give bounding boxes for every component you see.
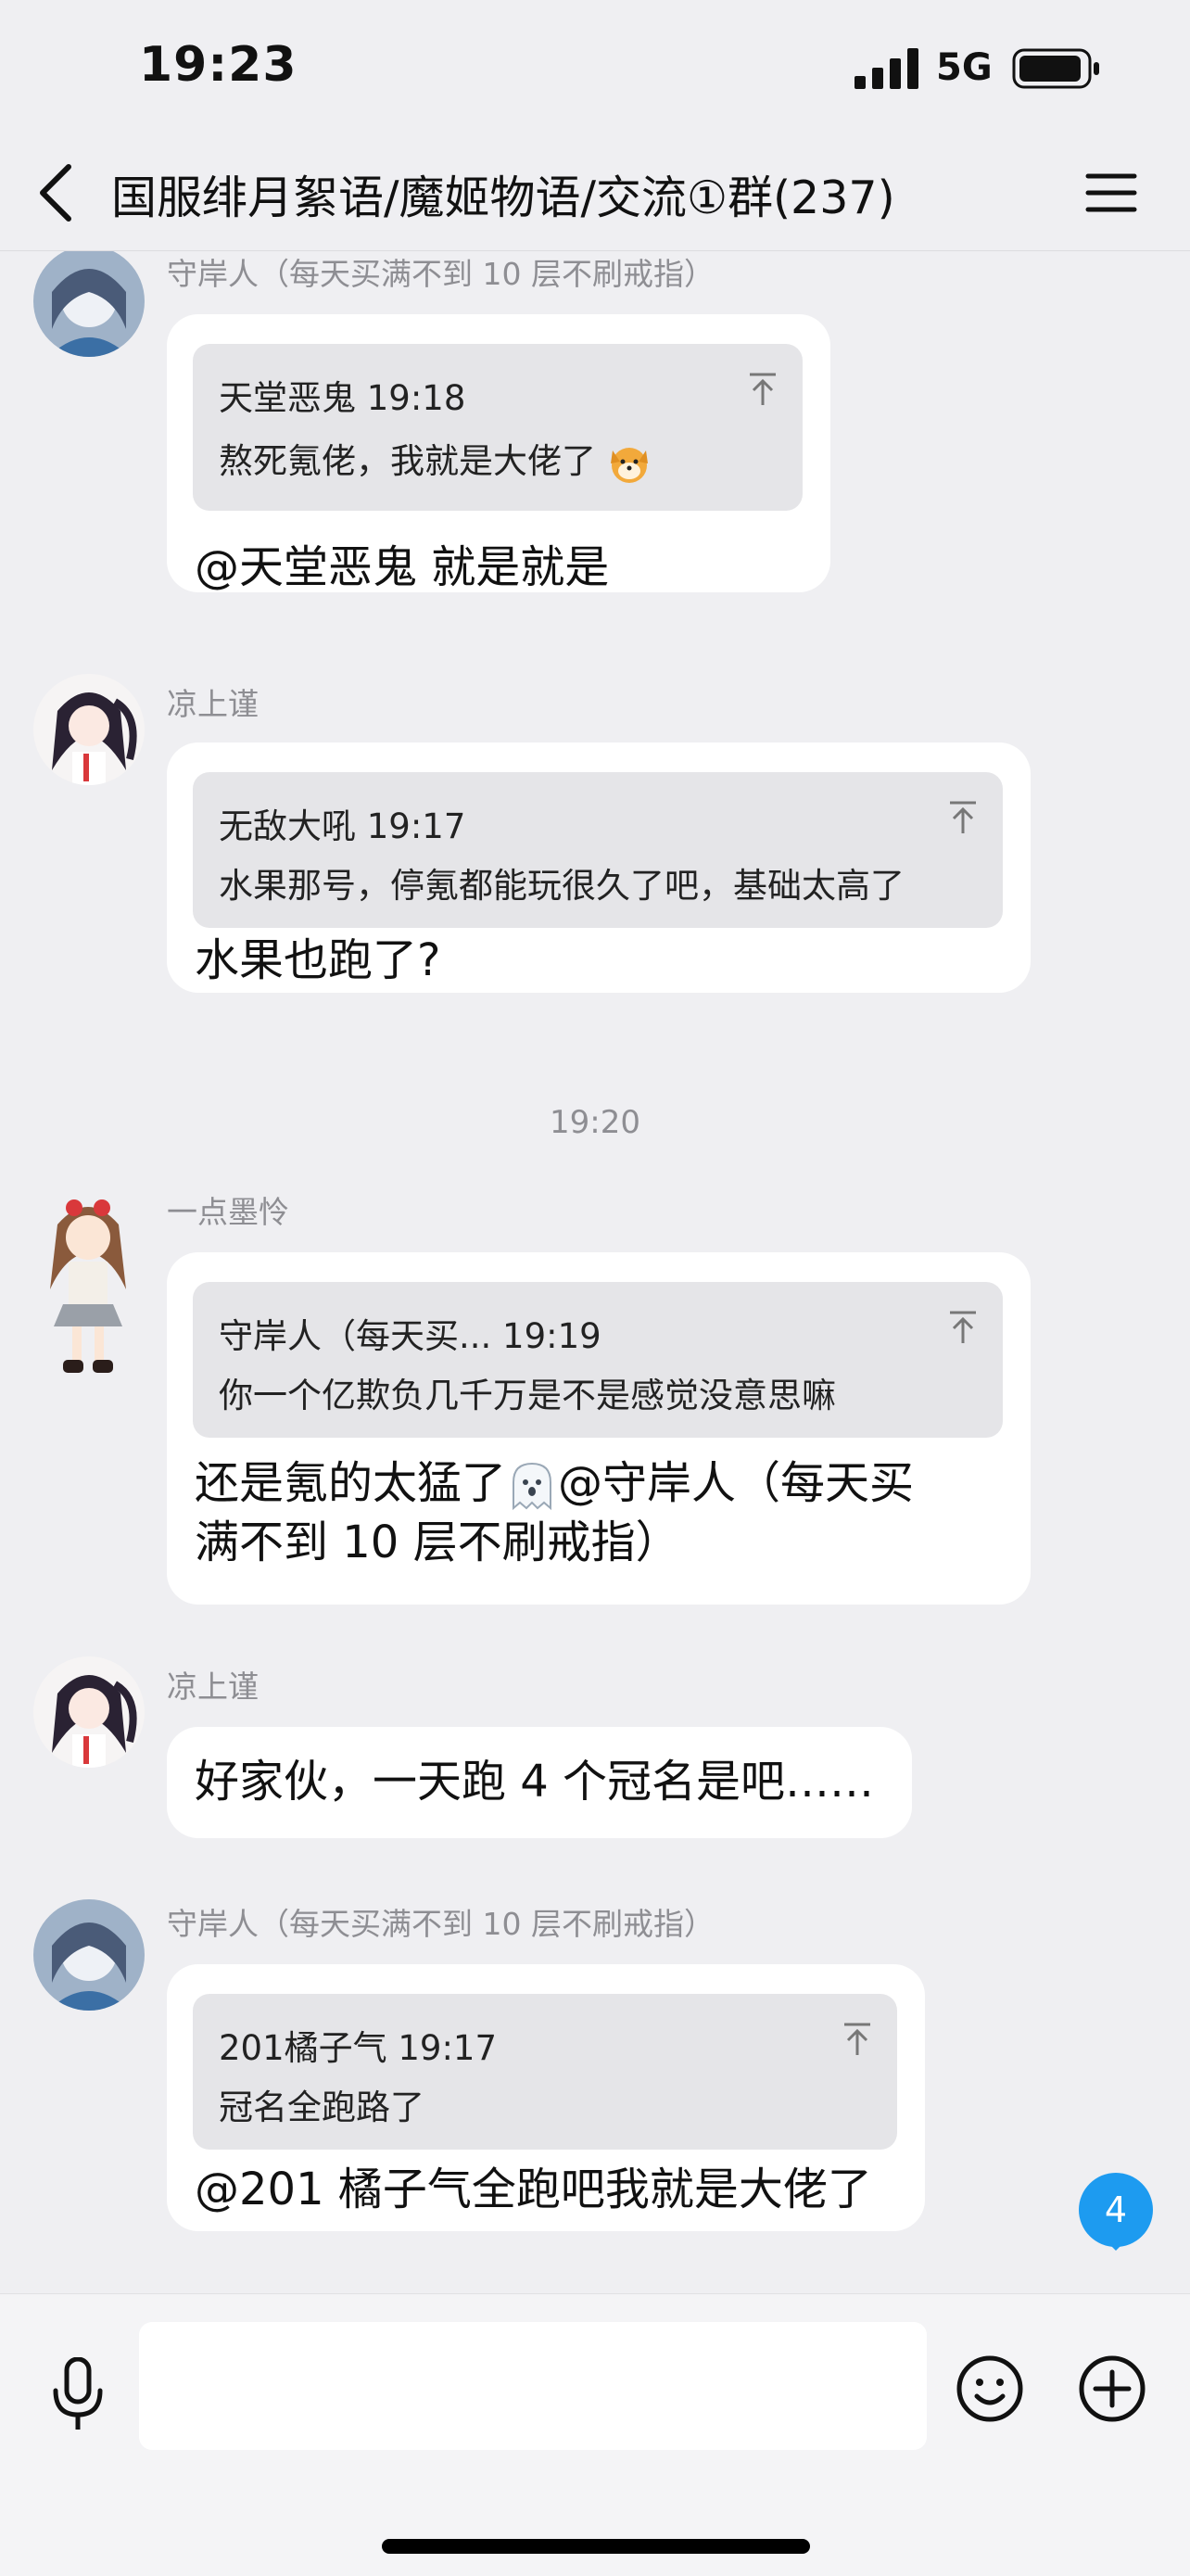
message-text: 好家伙，一天跑 4 个冠名是吧…… [195,1756,875,1808]
quote-text: 熬死氪佬，我就是大佬了 [219,441,596,481]
quoted-reply[interactable]: 201橘子气 19:17 冠名全跑路了 [193,1994,897,2150]
avatar[interactable] [37,1187,139,1382]
input-bar [0,2293,1190,2576]
shiba-dog-emoji-icon [610,447,648,483]
unread-count: 4 [1104,2189,1128,2230]
status-bar: 19:23 5G [0,0,1190,139]
avatar[interactable] [33,674,145,785]
jump-to-quote-icon[interactable] [947,800,979,835]
quoted-reply[interactable]: 无敌大吼 19:17 水果那号，停氪都能玩很久了吧，基础太高了 [193,772,1003,928]
message-text: @天堂恶鬼 就是就是 [195,541,610,593]
back-arrow-icon[interactable] [35,159,78,226]
jump-to-quote-icon[interactable] [842,2022,873,2057]
battery-icon [1012,48,1099,89]
jump-to-quote-icon[interactable] [747,372,779,407]
quote-text: 你一个亿欺负几千万是不是感觉没意思嘛 [219,1376,836,1415]
avatar[interactable] [33,1899,145,2011]
microphone-icon[interactable] [48,2357,108,2431]
home-indicator [382,2539,810,2554]
quote-text: 冠名全跑路了 [219,2087,424,2127]
message-bubble[interactable]: 好家伙，一天跑 4 个冠名是吧…… [167,1727,912,1838]
message-bubble[interactable]: 201橘子气 19:17 冠名全跑路了 @201 橘子气全跑吧我就是大佬了 [167,1964,925,2231]
sender-name: 守岸人（每天买满不到 10 层不刷戒指） [167,1906,715,1942]
emoji-icon[interactable] [955,2354,1025,2424]
status-time: 19:23 [139,37,298,93]
avatar[interactable] [33,1656,145,1768]
message-text-line-1: 还是氪的太猛了 @守岸人（每天买 [195,1454,914,1512]
quote-author-time: 无敌大吼 19:17 [219,806,466,846]
sender-name: 凉上谨 [167,686,259,722]
sender-name: 凉上谨 [167,1669,259,1705]
jump-to-quote-icon[interactable] [947,1310,979,1345]
group-title[interactable]: 国服绯月絮语/魔姬物语/交流①群(237) [111,161,895,227]
message-bubble[interactable]: 无敌大吼 19:17 水果那号，停氪都能玩很久了吧，基础太高了 水果也跑了? [167,742,1031,993]
quote-author-time: 201橘子气 19:17 [219,2028,498,2068]
message-text: 还是氪的太猛了 [195,1457,507,1509]
sender-name: 一点墨怜 [167,1194,289,1230]
quoted-reply[interactable]: 守岸人（每天买... 19:19 你一个亿欺负几千万是不是感觉没意思嘛 [193,1282,1003,1438]
signal-icon [855,48,918,89]
menu-icon[interactable] [1084,165,1138,221]
message-bubble[interactable]: 守岸人（每天买... 19:19 你一个亿欺负几千万是不是感觉没意思嘛 还是氪的… [167,1252,1031,1605]
message-text-line-2: 满不到 10 层不刷戒指） [195,1516,680,1568]
message-bubble[interactable]: 天堂恶鬼 19:18 熬死氪佬，我就是大佬了 @天堂恶鬼 就是就是 [167,314,830,593]
chat-header: 国服绯月絮语/魔姬物语/交流①群(237) [0,139,1190,251]
quote-text: 水果那号，停氪都能玩很久了吧，基础太高了 [219,866,905,906]
quote-text-wrap: 熬死氪佬，我就是大佬了 [219,433,652,486]
message-list[interactable]: 守岸人（每天买满不到 10 层不刷戒指） 天堂恶鬼 19:18 熬死氪佬，我就是… [0,251,1190,2290]
quote-author-time: 守岸人（每天买... 19:19 [219,1316,601,1356]
mention-text[interactable]: @守岸人（每天买 [558,1457,914,1509]
ghost-emoji-icon [513,1462,552,1511]
message-text: @201 橘子气全跑吧我就是大佬了 [195,2164,872,2215]
message-input[interactable] [139,2322,927,2450]
unread-messages-badge[interactable]: 4 [1077,2173,1155,2251]
quote-author-time: 天堂恶鬼 19:18 [219,378,466,418]
network-type: 5G [936,46,993,89]
plus-icon[interactable] [1077,2354,1147,2424]
sender-name: 守岸人（每天买满不到 10 层不刷戒指） [167,256,715,292]
time-divider: 19:20 [550,1104,640,1141]
message-text: 水果也跑了? [195,934,441,986]
avatar[interactable] [33,251,145,357]
quoted-reply[interactable]: 天堂恶鬼 19:18 熬死氪佬，我就是大佬了 [193,344,803,511]
